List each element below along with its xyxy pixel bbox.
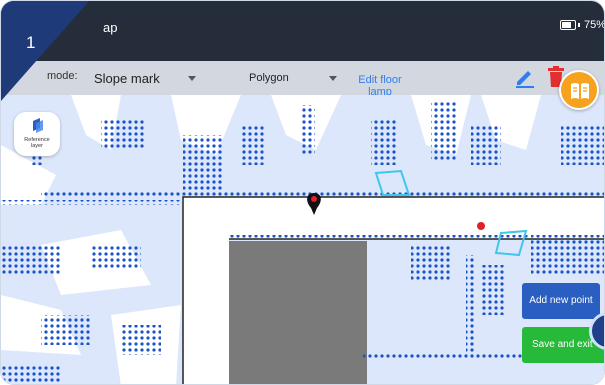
add-new-point-button[interactable]: Add new point [522,283,600,319]
book-icon [571,83,589,99]
edit-floor-lamp-link[interactable]: Edit floor lamp [351,62,409,98]
mode-select[interactable]: Slope mark [94,67,204,89]
mode-caret-icon [188,76,196,81]
shape-caret-icon [329,76,337,81]
status-area: 75% [559,19,605,31]
book-badge[interactable] [559,70,599,110]
pencil-icon[interactable] [513,65,537,94]
step-number: 1 [26,33,36,52]
location-dot-icon[interactable] [477,222,485,230]
obstacle-block [229,241,367,384]
reference-layer-button[interactable]: Reference layer [14,112,60,156]
battery-icon [559,20,576,30]
step-badge [1,1,89,101]
map-canvas[interactable] [1,95,604,384]
shape-select[interactable]: Polygon [249,67,344,89]
reference-layer-label: Reference layer [24,137,50,149]
app-title: ap [103,20,118,35]
battery-level: 75% [583,19,605,31]
mode-select-value: Slope mark [94,70,160,86]
app-screenshot: ap 75% mode: Slope mark Polygon Edit flo… [0,0,605,385]
shape-select-value: Polygon [249,72,289,84]
reference-layer-icon [31,117,45,138]
